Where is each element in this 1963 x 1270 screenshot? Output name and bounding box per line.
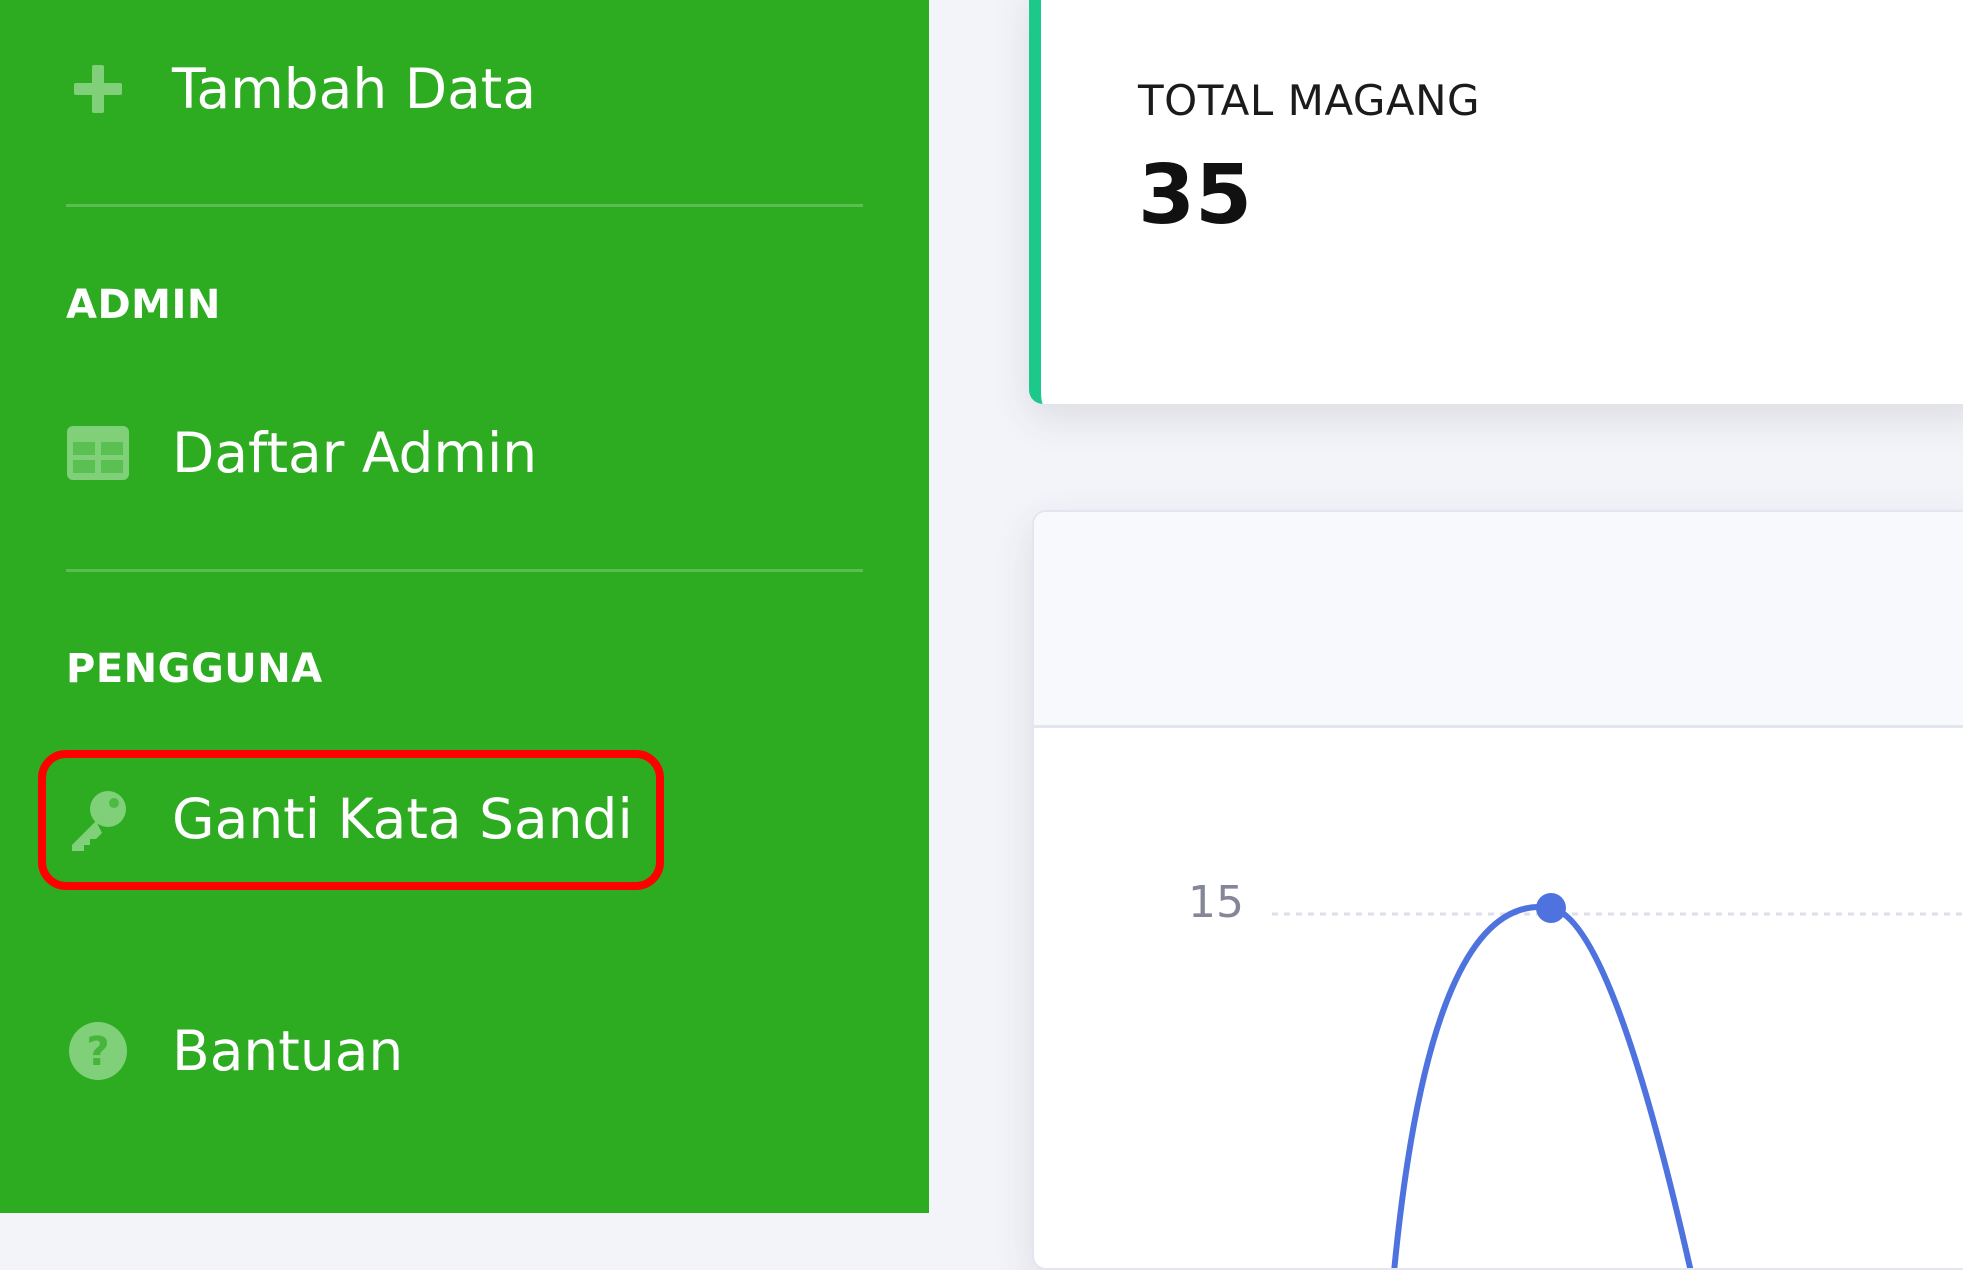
sidebar-heading-admin: ADMIN xyxy=(66,282,221,328)
stat-card-total-magang: TOTAL MAGANG 35 xyxy=(1029,0,1963,404)
sidebar-item-daftar-admin[interactable]: Daftar Admin xyxy=(66,403,537,503)
main-content: TOTAL MAGANG 35 15 xyxy=(929,0,1963,1270)
sidebar-item-bantuan[interactable]: ? Bantuan xyxy=(66,1001,403,1101)
chart-card: 15 xyxy=(1032,510,1963,1270)
sidebar: Tambah Data ADMIN Daftar Admin PENGGUNA … xyxy=(0,0,929,1213)
sidebar-heading-pengguna: PENGGUNA xyxy=(66,646,323,692)
stat-value: 35 xyxy=(1138,148,1253,243)
sidebar-item-tambah-data[interactable]: Tambah Data xyxy=(66,39,536,139)
sidebar-divider xyxy=(66,204,863,207)
plus-icon xyxy=(66,57,130,121)
sidebar-divider xyxy=(66,569,863,572)
sidebar-item-label: Daftar Admin xyxy=(172,421,538,485)
sidebar-item-label: Bantuan xyxy=(172,1019,404,1083)
sidebar-item-label: Tambah Data xyxy=(172,57,537,121)
line-chart: 15 xyxy=(1188,877,1963,1268)
highlight-box xyxy=(38,750,664,890)
data-point[interactable] xyxy=(1536,893,1566,923)
table-icon xyxy=(66,421,130,485)
question-circle-icon: ? xyxy=(66,1019,130,1083)
series-line xyxy=(1391,904,1694,1268)
svg-text:?: ? xyxy=(86,1029,109,1075)
stat-label: TOTAL MAGANG xyxy=(1138,76,1481,125)
y-tick-label: 15 xyxy=(1188,877,1244,928)
